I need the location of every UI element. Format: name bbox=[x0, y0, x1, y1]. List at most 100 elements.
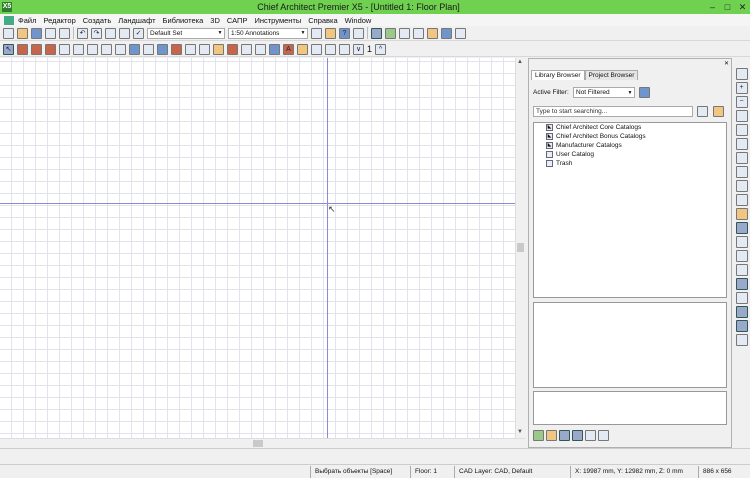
menu-help[interactable]: Справка bbox=[308, 16, 337, 25]
fill-page-icon[interactable] bbox=[735, 138, 748, 150]
layer-set-select[interactable]: Default Set ▼ bbox=[147, 27, 225, 39]
filter-select[interactable]: Not Filtered ▼ bbox=[573, 87, 635, 98]
layout-view-icon[interactable] bbox=[572, 430, 583, 441]
shape-tool-icon[interactable] bbox=[255, 43, 266, 55]
pan-icon[interactable] bbox=[735, 180, 748, 192]
caret-up-icon[interactable]: ^ bbox=[375, 43, 387, 55]
wall-tool-icon[interactable] bbox=[17, 43, 28, 55]
menu-file[interactable]: Файл bbox=[18, 16, 36, 25]
horizontal-scrollbar[interactable] bbox=[0, 438, 525, 447]
undo-icon[interactable]: ↶ bbox=[77, 27, 88, 39]
tree-item-user-catalog[interactable]: User Catalog bbox=[534, 150, 726, 159]
fill-window-icon[interactable] bbox=[735, 124, 748, 136]
dimension-icon[interactable] bbox=[353, 27, 364, 39]
post-tool-icon[interactable] bbox=[101, 43, 112, 55]
dormer-tool-icon[interactable] bbox=[227, 43, 238, 55]
railing-tool-icon[interactable] bbox=[87, 43, 98, 55]
scroll-up-icon[interactable]: ▲ bbox=[517, 59, 523, 65]
menu-terrain[interactable]: Ландшафт bbox=[118, 16, 155, 25]
transform-icon[interactable] bbox=[735, 264, 748, 276]
line-tool-icon[interactable] bbox=[735, 278, 748, 290]
cabinet-tool-icon[interactable] bbox=[45, 43, 56, 55]
drawing-canvas[interactable]: ↖ bbox=[0, 58, 515, 438]
floor-plan-view-icon[interactable] bbox=[371, 27, 382, 39]
view-angle-icon[interactable] bbox=[735, 194, 748, 206]
refresh-icon[interactable] bbox=[735, 152, 748, 164]
settings-icon[interactable] bbox=[533, 430, 544, 441]
orbit-icon[interactable] bbox=[735, 166, 748, 178]
zoom-in-icon[interactable]: + bbox=[735, 82, 748, 94]
cross-section-icon[interactable] bbox=[413, 27, 424, 39]
table-icon[interactable] bbox=[735, 222, 748, 234]
camera-icon[interactable] bbox=[441, 27, 452, 39]
library-search-input[interactable]: Type to start searching... bbox=[533, 106, 693, 117]
new-file-icon[interactable] bbox=[3, 27, 14, 39]
angle-snap-icon[interactable] bbox=[735, 334, 748, 346]
box-tool-icon[interactable] bbox=[269, 43, 280, 55]
funnel-icon[interactable] bbox=[639, 87, 650, 98]
close-icon[interactable]: ✕ bbox=[724, 60, 729, 67]
window-tool-icon[interactable] bbox=[129, 43, 140, 55]
fixture-tool-icon[interactable] bbox=[157, 43, 168, 55]
folder-icon[interactable] bbox=[713, 106, 724, 117]
horizontal-scroll-thumb[interactable] bbox=[253, 440, 263, 447]
window-layout-icon[interactable] bbox=[399, 27, 410, 39]
add-library-icon[interactable] bbox=[546, 430, 557, 441]
elevation-view-icon[interactable] bbox=[385, 27, 396, 39]
document-icon[interactable] bbox=[4, 15, 14, 25]
grid-icon[interactable] bbox=[735, 320, 748, 332]
roof-tool-icon[interactable] bbox=[171, 43, 182, 55]
minimize-button[interactable]: – bbox=[705, 0, 720, 14]
view-icon[interactable] bbox=[559, 430, 570, 441]
search-icon[interactable] bbox=[697, 106, 708, 117]
chevron-icon[interactable]: ∨ bbox=[353, 43, 364, 55]
menu-tools[interactable]: Инструменты bbox=[254, 16, 301, 25]
dimension-line-icon[interactable] bbox=[311, 43, 322, 55]
close-button[interactable]: ✕ bbox=[735, 0, 750, 14]
menu-library[interactable]: Библиотека bbox=[163, 16, 204, 25]
zoom-fit-icon[interactable] bbox=[735, 68, 748, 80]
tree-item-manufacturer-catalogs[interactable]: ◣ Manufacturer Catalogs bbox=[534, 141, 726, 150]
grid-tool-icon[interactable] bbox=[185, 43, 196, 55]
annotation-set-select[interactable]: 1:50 Annotations ▼ bbox=[228, 27, 308, 39]
menu-3d[interactable]: 3D bbox=[210, 16, 220, 25]
open-folder-icon[interactable] bbox=[17, 27, 28, 39]
tab-library-browser[interactable]: Library Browser bbox=[531, 70, 585, 80]
door-tool-icon[interactable] bbox=[59, 43, 70, 55]
redo-icon[interactable]: ↷ bbox=[91, 27, 102, 39]
plan-icon[interactable] bbox=[455, 27, 466, 39]
save-icon[interactable] bbox=[31, 27, 42, 39]
layer-display-icon[interactable] bbox=[119, 27, 130, 39]
terrain-tool-icon[interactable] bbox=[213, 43, 224, 55]
checkbox-icon[interactable]: ✓ bbox=[133, 27, 144, 39]
menu-edit[interactable]: Редактор bbox=[43, 16, 75, 25]
house-icon[interactable] bbox=[735, 208, 748, 220]
layout-tool-icon[interactable] bbox=[325, 43, 336, 55]
text-style-icon[interactable] bbox=[311, 27, 322, 39]
tree-item-bonus-catalogs[interactable]: ◣ Chief Architect Bonus Catalogs bbox=[534, 132, 726, 141]
ruler-tool-icon[interactable] bbox=[297, 43, 308, 55]
copy-icon[interactable] bbox=[735, 250, 748, 262]
scroll-down-icon[interactable]: ▼ bbox=[517, 429, 523, 435]
select-arrow-icon[interactable]: ↖ bbox=[3, 43, 14, 55]
properties-icon[interactable] bbox=[598, 430, 609, 441]
zoom-out-icon[interactable]: − bbox=[735, 96, 748, 108]
framing-tool-icon[interactable] bbox=[115, 43, 126, 55]
arch-tool-icon[interactable] bbox=[73, 43, 84, 55]
camera-tool-icon[interactable] bbox=[339, 43, 350, 55]
tab-project-browser[interactable]: Project Browser bbox=[584, 70, 639, 80]
print-icon[interactable] bbox=[45, 27, 56, 39]
edit-icon[interactable] bbox=[585, 430, 596, 441]
house-view-icon[interactable] bbox=[427, 27, 438, 39]
help-icon[interactable]: ? bbox=[339, 27, 350, 39]
snap-grid-icon[interactable] bbox=[735, 306, 748, 318]
door-swing-icon[interactable] bbox=[143, 43, 154, 55]
vertical-scroll-thumb[interactable] bbox=[517, 243, 524, 252]
vertical-scrollbar[interactable]: ▲ ▼ bbox=[515, 58, 525, 438]
wrench-icon[interactable] bbox=[105, 27, 116, 39]
stairs-tool-icon[interactable] bbox=[31, 43, 42, 55]
library-icon[interactable] bbox=[325, 27, 336, 39]
text-tool-icon[interactable]: A bbox=[283, 43, 294, 55]
menu-window[interactable]: Window bbox=[345, 16, 372, 25]
menu-build[interactable]: Создать bbox=[83, 16, 112, 25]
